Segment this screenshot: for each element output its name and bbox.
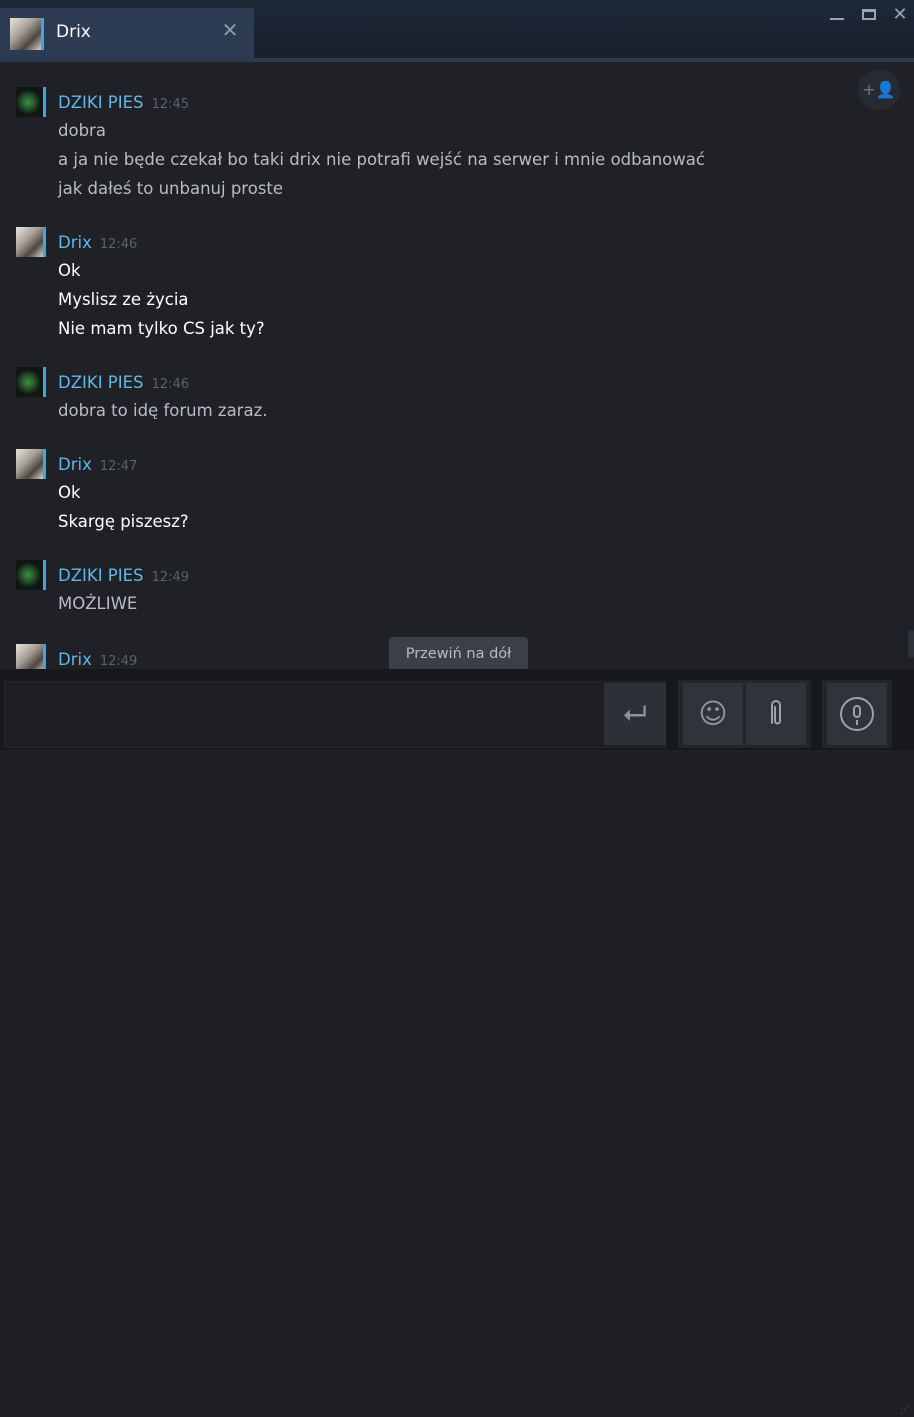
avatar[interactable] [16, 227, 46, 257]
message-text: Ok [58, 483, 81, 502]
paperclip-icon [771, 700, 781, 725]
message-time: 12:46 [99, 237, 138, 252]
sender-line: Drix 12:49 [58, 650, 137, 669]
sender-line: DZIKI PIES 12:49 [58, 566, 189, 585]
sender-name[interactable]: Drix [58, 650, 92, 669]
avatar[interactable] [16, 87, 46, 117]
avatar[interactable] [16, 367, 46, 397]
maximize-icon [862, 9, 876, 20]
voice-tools [822, 680, 892, 748]
sender-name[interactable]: DZIKI PIES [58, 566, 144, 585]
sender-name[interactable]: Drix [58, 233, 92, 252]
mic-body [853, 705, 861, 718]
sender-name[interactable]: DZIKI PIES [58, 93, 144, 112]
minimize-icon [830, 18, 844, 20]
message-time: 12:46 [151, 377, 189, 392]
composer-tools: ☺ [678, 680, 811, 748]
message-composer: ⮠ ☺ ⋰ [0, 669, 914, 1416]
message-text: Nie mam tylko CS jak ty? [58, 319, 265, 338]
sender-line: DZIKI PIES 12:45 [58, 93, 189, 112]
send-button[interactable]: ⮠ [604, 683, 666, 745]
chat-log[interactable]: +👤 DZIKI PIES 12:45 dobra a ja nie będe c… [0, 62, 914, 669]
message-text: jak dałeś to unbanuj proste [58, 179, 284, 198]
resize-grip-icon[interactable]: ⋰ [900, 1405, 912, 1417]
mic-stem [856, 720, 858, 725]
tab-close-icon[interactable]: ✕ [219, 19, 241, 41]
message-input[interactable] [4, 681, 666, 748]
maximize-button[interactable] [858, 4, 880, 26]
message-text: Myslisz ze życia [58, 290, 189, 309]
sender-line: Drix 12:46 [58, 233, 137, 252]
message-time: 12:49 [99, 654, 138, 669]
minimize-button[interactable] [826, 4, 848, 26]
attach-button[interactable] [746, 683, 806, 745]
add-friend-icon: +👤 [862, 80, 896, 99]
message-text: Skargę piszesz? [58, 512, 189, 531]
message-time: 12:47 [99, 459, 138, 474]
sender-line: DZIKI PIES 12:46 [58, 373, 189, 392]
emoticon-button[interactable]: ☺ [683, 683, 743, 745]
message-text: Ok [58, 261, 81, 280]
message-text: dobra [58, 121, 106, 140]
tab-label: Drix [56, 22, 91, 42]
message-time: 12:45 [151, 97, 189, 112]
voice-chat-button[interactable] [827, 683, 887, 745]
smiley-icon: ☺ [698, 697, 728, 730]
avatar[interactable] [16, 449, 46, 479]
invite-friend-button[interactable]: +👤 [858, 70, 900, 110]
sender-name[interactable]: DZIKI PIES [58, 373, 144, 392]
message-text: MOŻLIWE [58, 594, 138, 613]
message-time: 12:49 [151, 570, 189, 585]
friend-avatar [10, 18, 44, 50]
chat-tab-drix[interactable]: Drix ✕ [0, 8, 254, 58]
avatar[interactable] [16, 644, 46, 669]
enter-icon: ⮠ [623, 696, 647, 731]
scroll-to-bottom-button[interactable]: Przewiń na dół [389, 637, 528, 671]
message-text: a ja nie będe czekał bo taki drix nie po… [58, 150, 705, 169]
microphone-icon [840, 697, 874, 731]
title-bar: Drix ✕ ✕ [0, 0, 914, 58]
message-text: dobra to idę forum zaraz. [58, 401, 268, 420]
scrollbar-thumb[interactable] [908, 630, 914, 658]
sender-line: Drix 12:47 [58, 455, 137, 474]
avatar[interactable] [16, 560, 46, 590]
close-window-button[interactable]: ✕ [889, 4, 911, 26]
sender-name[interactable]: Drix [58, 455, 92, 474]
